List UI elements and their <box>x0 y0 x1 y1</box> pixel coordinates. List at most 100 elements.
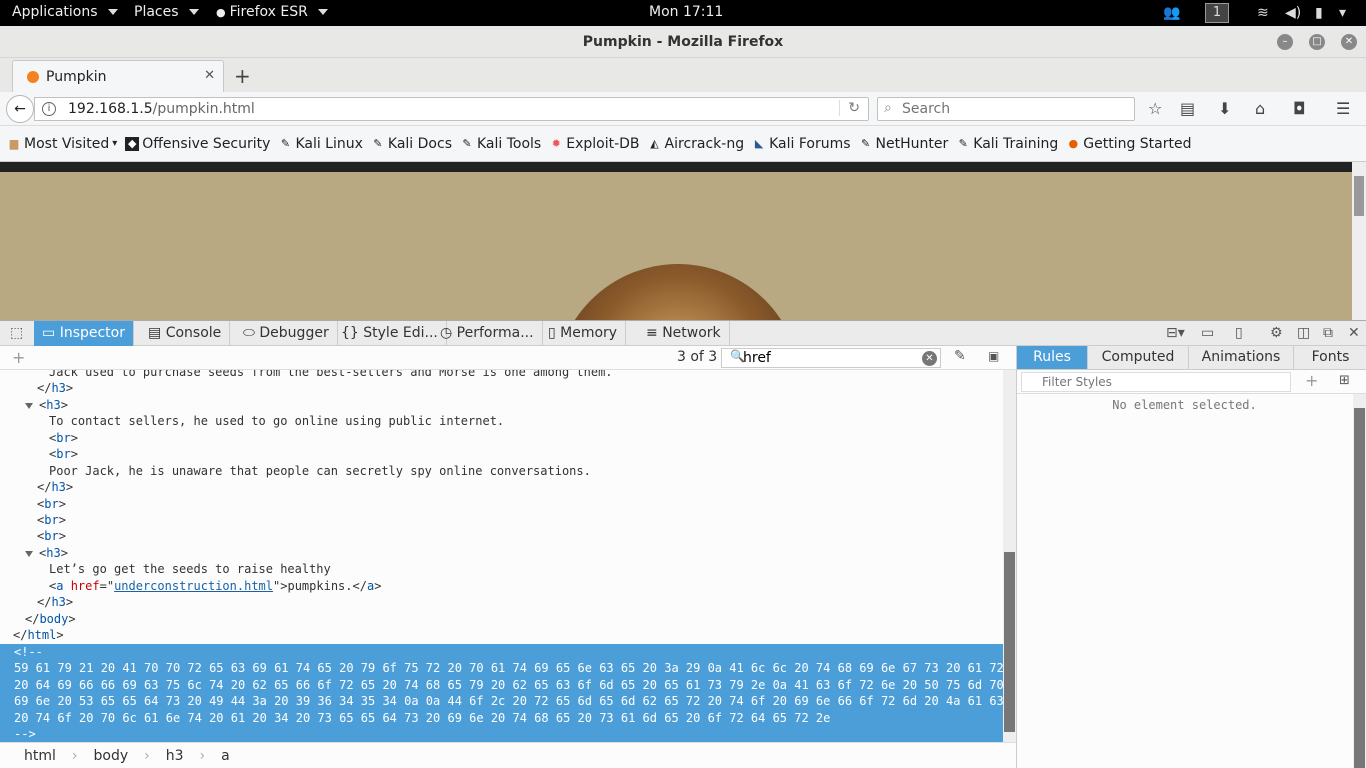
markup-text-node[interactable]: To contact sellers, he used to go online… <box>49 413 504 429</box>
tab-console[interactable]: ▤ Console <box>140 321 231 346</box>
markup-text-node[interactable]: Poor Jack, he is unaware that people can… <box>49 463 591 479</box>
minimize-button[interactable]: – <box>1277 34 1293 50</box>
frame-select-icon[interactable]: ⊟▾ <box>1166 325 1185 341</box>
bookmark-getting-started[interactable]: ● Getting Started <box>1066 136 1191 152</box>
tab-debugger[interactable]: ⬭ Debugger <box>235 321 338 346</box>
markup-br-node[interactable]: <br> <box>49 446 78 462</box>
system-menu-chevron-icon[interactable]: ▾ <box>1339 5 1346 21</box>
page-scrollbar[interactable] <box>1352 162 1366 320</box>
selected-comment-node[interactable]: <!-- 59 61 79 21 20 41 70 70 72 65 63 69… <box>0 644 1003 742</box>
site-info-icon[interactable]: i <box>42 102 56 116</box>
clock[interactable]: Mon 17:11 <box>649 4 723 20</box>
page-scrollbar-thumb[interactable] <box>1354 176 1364 216</box>
url-bar[interactable]: i 192.168.1.5/pumpkin.html ↻ <box>34 97 869 121</box>
expand-twisty-icon[interactable] <box>25 550 33 557</box>
markup-search-input[interactable] <box>743 350 913 366</box>
hamburger-menu-icon[interactable]: ☰ <box>1336 99 1350 118</box>
tab-style-editor[interactable]: {} Style Edi... <box>333 321 447 346</box>
bookmark-nethunter[interactable]: ✎ NetHunter <box>859 136 948 152</box>
href-link[interactable]: underconstruction.html <box>114 579 273 593</box>
sidebar-scrollbar-thumb[interactable] <box>1354 408 1365 768</box>
markup-view[interactable]: Jack used to purchase seeds from the bes… <box>0 370 1003 742</box>
tab-rules[interactable]: Rules <box>1017 346 1088 369</box>
markup-h3-node[interactable]: <h3> <box>25 397 68 413</box>
firefox-app-menu[interactable]: ● Firefox ESR <box>216 4 328 20</box>
bookmark-kali-docs[interactable]: ✎ Kali Docs <box>371 136 452 152</box>
tab-pumpkin[interactable]: Pumpkin ✕ <box>12 60 224 92</box>
bookmark-star-icon[interactable]: ☆ <box>1148 99 1162 118</box>
tab-memory[interactable]: ▯ Memory <box>540 321 627 346</box>
bookmark-most-visited[interactable]: ▆ Most Visited ▾ <box>7 136 117 152</box>
wifi-icon[interactable]: ≋ <box>1257 5 1269 21</box>
markup-closing-tag[interactable]: </html> <box>13 627 64 643</box>
element-picker-icon[interactable]: ⬚ <box>10 325 23 341</box>
toggle-pseudo-classes-icon[interactable]: ⊞ <box>1339 373 1350 388</box>
close-devtools-icon[interactable]: ✕ <box>1348 325 1360 341</box>
markup-br-node[interactable]: <br> <box>49 430 78 446</box>
new-tab-button[interactable]: + <box>234 64 251 88</box>
markup-closing-tag[interactable]: </h3> <box>37 479 73 495</box>
expand-twisty-icon[interactable] <box>25 402 33 409</box>
applications-menu[interactable]: Applications <box>12 4 118 20</box>
breadcrumb-a[interactable]: a <box>221 748 238 764</box>
eyedropper-icon[interactable]: ✎ <box>954 348 966 364</box>
volume-icon[interactable]: ◀) <box>1285 5 1301 21</box>
breadcrumb-html[interactable]: html <box>24 748 64 764</box>
workspace-indicator[interactable]: 1 <box>1205 3 1229 23</box>
markup-scrollbar-thumb[interactable] <box>1004 552 1015 732</box>
close-tab-icon[interactable]: ✕ <box>204 68 215 83</box>
dock-side-icon[interactable]: ◫ <box>1297 325 1310 341</box>
add-rule-icon[interactable]: + <box>1305 371 1318 390</box>
bookmark-kali-tools[interactable]: ✎ Kali Tools <box>460 136 541 152</box>
home-icon[interactable]: ⌂ <box>1255 99 1265 118</box>
markup-h3-node[interactable]: <h3> <box>25 545 68 561</box>
bookmark-aircrack-ng[interactable]: ◭ Aircrack-ng <box>648 136 744 152</box>
bookmark-offensive-security[interactable]: ◆ Offensive Security <box>125 136 270 152</box>
back-button[interactable]: ← <box>6 95 34 123</box>
add-node-icon[interactable]: + <box>12 348 25 367</box>
url-text[interactable]: 192.168.1.5/pumpkin.html <box>68 101 255 117</box>
markup-br-node[interactable]: <br> <box>37 496 66 512</box>
undock-icon[interactable]: ⧉ <box>1323 325 1333 341</box>
scratchpad-icon[interactable]: ▭ <box>1201 325 1214 341</box>
markup-closing-tag[interactable]: </body> <box>25 611 76 627</box>
markup-anchor-node[interactable]: <a href="underconstruction.html">pumpkin… <box>49 578 381 594</box>
close-window-button[interactable]: ✕ <box>1341 34 1357 50</box>
reading-list-icon[interactable]: ▤ <box>1180 99 1195 118</box>
filter-styles-input[interactable] <box>1021 372 1291 392</box>
markup-text-node[interactable]: Let’s go get the seeds to raise healthy <box>49 561 331 577</box>
toggle-sidebar-icon[interactable]: ▣ <box>988 349 999 363</box>
breadcrumb-body[interactable]: body <box>94 748 137 764</box>
markup-closing-tag[interactable]: </h3> <box>37 380 73 396</box>
reload-icon[interactable]: ↻ <box>839 100 860 116</box>
clear-search-icon[interactable]: ✕ <box>922 351 937 366</box>
search-input[interactable] <box>902 100 1127 118</box>
markup-search-box[interactable]: 🔍 ✕ <box>721 348 941 368</box>
bookmark-exploit-db[interactable]: ✹ Exploit-DB <box>549 136 640 152</box>
user-apps-icon[interactable]: 👥 <box>1163 5 1180 21</box>
tab-performance[interactable]: ◷ Performa... <box>432 321 543 346</box>
breadcrumb-h3[interactable]: h3 <box>166 748 192 764</box>
tab-computed[interactable]: Computed <box>1088 346 1189 369</box>
downloads-icon[interactable]: ⬇ <box>1218 99 1231 118</box>
bookmark-kali-forums[interactable]: ◣ Kali Forums <box>752 136 851 152</box>
markup-text-node[interactable]: Jack used to purchase seeds from the bes… <box>49 370 613 380</box>
responsive-mode-icon[interactable]: ▯ <box>1235 325 1243 341</box>
places-menu[interactable]: Places <box>134 4 199 20</box>
markup-scrollbar[interactable] <box>1003 370 1016 742</box>
pocket-icon[interactable]: ◘ <box>1293 99 1306 118</box>
settings-gear-icon[interactable]: ⚙ <box>1270 325 1283 341</box>
markup-br-node[interactable]: <br> <box>37 528 66 544</box>
markup-br-node[interactable]: <br> <box>37 512 66 528</box>
sidebar-scrollbar[interactable] <box>1353 394 1366 768</box>
tab-inspector[interactable]: ▭ Inspector <box>34 321 134 346</box>
tab-network[interactable]: ≡ Network <box>638 321 730 346</box>
search-bar[interactable]: ⌕ <box>877 97 1135 121</box>
bookmark-kali-training[interactable]: ✎ Kali Training <box>956 136 1059 152</box>
markup-closing-tag[interactable]: </h3> <box>37 594 73 610</box>
tab-animations[interactable]: Animations <box>1189 346 1294 369</box>
maximize-button[interactable]: □ <box>1309 34 1325 50</box>
tab-fonts[interactable]: Fonts <box>1294 346 1366 369</box>
bookmark-kali-linux[interactable]: ✎ Kali Linux <box>278 136 363 152</box>
battery-icon[interactable]: ▮ <box>1315 5 1323 21</box>
